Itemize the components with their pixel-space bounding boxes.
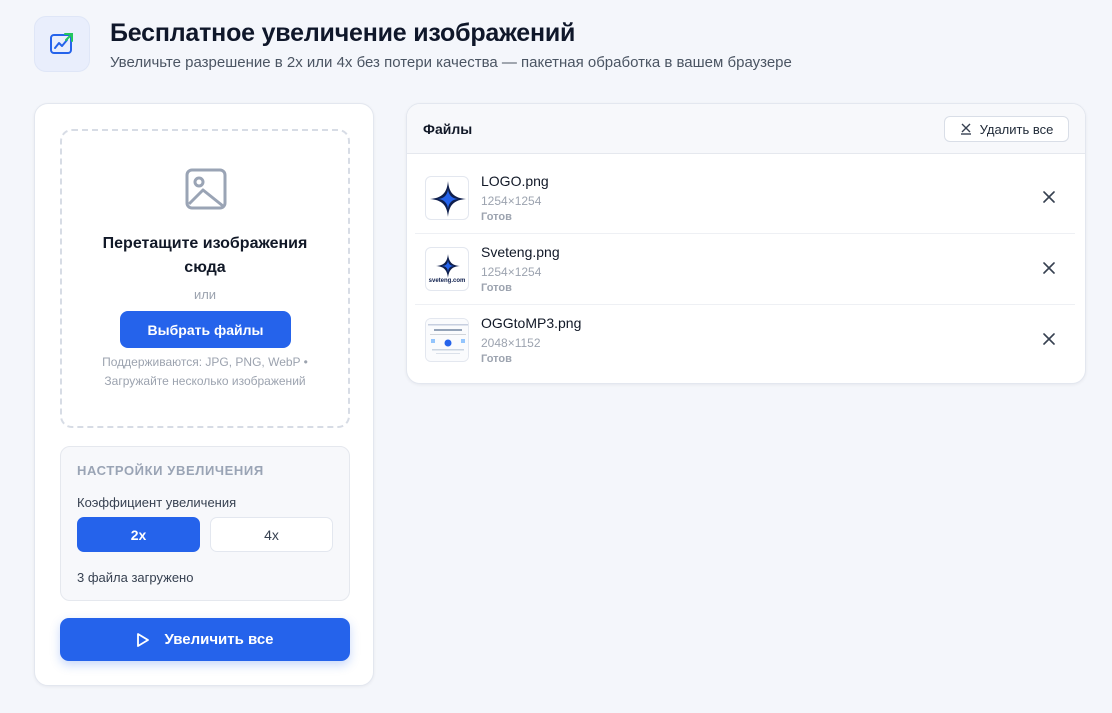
file-status: Готов: [481, 282, 512, 294]
remove-file-button[interactable]: [1037, 185, 1061, 209]
file-thumbnail: [425, 176, 469, 220]
file-row: LOGO.png 1254×1254 Готов: [415, 163, 1075, 234]
chart-trend-icon: [34, 16, 90, 72]
file-status: Готов: [481, 353, 512, 365]
thumb-caption: sveteng.com: [428, 278, 466, 284]
file-dimensions: 1254×1254: [481, 194, 542, 208]
remove-file-button[interactable]: [1037, 256, 1061, 280]
files-count-text: 3 файла загружено: [77, 570, 194, 585]
upscale-all-button[interactable]: Увеличить все: [60, 618, 350, 661]
file-dimensions: 1254×1254: [481, 265, 542, 279]
file-name: Sveteng.png: [481, 244, 560, 260]
file-dimensions: 2048×1152: [481, 336, 541, 350]
star-logo-icon: [430, 181, 466, 217]
settings-title: НАСТРОЙКИ УВЕЛИЧЕНИЯ: [77, 463, 264, 478]
upload-panel: Перетащите изображения сюда или Выбрать …: [34, 103, 374, 686]
file-row: sveteng.com Sveteng.png 1254×1254 Готов: [415, 234, 1075, 305]
files-panel: Файлы Удалить все LOGO.png 1254×1254 Гот…: [406, 103, 1086, 384]
file-status: Готов: [481, 211, 512, 223]
image-icon: [185, 168, 227, 210]
file-thumbnail: sveteng.com: [425, 247, 469, 291]
drop-zone[interactable]: Перетащите изображения сюда или Выбрать …: [60, 129, 350, 428]
close-icon: [1043, 262, 1055, 274]
choose-files-button[interactable]: Выбрать файлы: [120, 311, 291, 348]
clear-icon: [960, 123, 971, 135]
close-icon: [1043, 191, 1055, 203]
file-name: LOGO.png: [481, 173, 549, 189]
page-title: Бесплатное увеличение изображений: [110, 19, 576, 47]
file-row: OGGtoMP3.png 2048×1152 Готов: [415, 305, 1075, 376]
upscale-settings: НАСТРОЙКИ УВЕЛИЧЕНИЯ Коэффициент увеличе…: [60, 446, 350, 601]
drop-title: Перетащите изображения сюда: [102, 235, 308, 276]
delete-all-button[interactable]: Удалить все: [944, 116, 1069, 142]
play-icon: [137, 632, 150, 647]
remove-file-button[interactable]: [1037, 327, 1061, 351]
factor-2x-button[interactable]: 2x: [77, 517, 200, 552]
files-title: Файлы: [423, 121, 473, 137]
file-name: OGGtoMP3.png: [481, 315, 582, 331]
star-logo-icon: [436, 254, 460, 278]
file-thumbnail: [425, 318, 469, 362]
supported-formats-text: Поддерживаются: JPG, PNG, WebP • Загружа…: [102, 355, 308, 388]
close-icon: [1043, 333, 1055, 345]
factor-label: Коэффициент увеличения: [77, 495, 237, 510]
page-subtitle: Увеличьте разрешение в 2x или 4x без пот…: [110, 54, 792, 71]
webpage-preview-icon: [426, 319, 468, 361]
delete-all-label: Удалить все: [979, 121, 1054, 137]
drop-or-text: или: [193, 287, 217, 302]
files-header: Файлы Удалить все: [407, 104, 1085, 154]
factor-4x-button[interactable]: 4x: [210, 517, 333, 552]
upscale-all-label: Увеличить все: [164, 631, 274, 648]
